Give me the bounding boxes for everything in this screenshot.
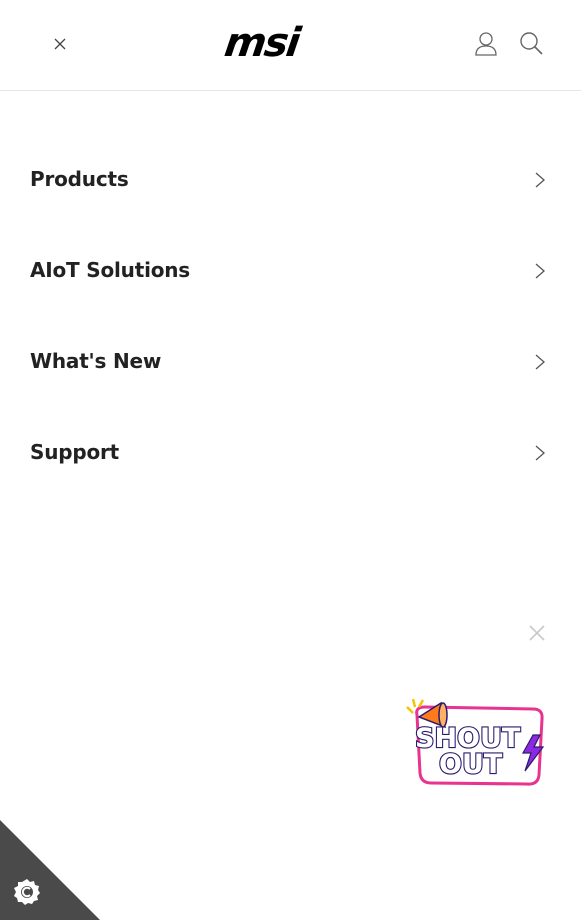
promo-close-icon[interactable] [527, 623, 547, 643]
menu-item-label: Support [30, 440, 120, 464]
menu-item-support[interactable]: Support [0, 408, 581, 499]
cookie-settings-button[interactable] [0, 820, 100, 920]
main-menu: Products AIoT Solutions What's New Suppo… [0, 135, 581, 499]
menu-item-whats-new[interactable]: What's New [0, 317, 581, 408]
menu-item-products[interactable]: Products [0, 135, 581, 226]
chevron-right-icon [532, 443, 548, 463]
chevron-right-icon [532, 352, 548, 372]
menu-item-label: Products [30, 167, 129, 191]
msi-logo[interactable]: msi [222, 20, 331, 66]
chevron-right-icon [532, 170, 548, 190]
logo-text: msi [221, 20, 302, 66]
close-icon[interactable] [50, 34, 70, 54]
shout-out-badge[interactable]: SHOUT OUT [405, 695, 550, 790]
menu-item-label: What's New [30, 349, 162, 373]
header: msi [0, 0, 581, 91]
menu-item-aiot-solutions[interactable]: AIoT Solutions [0, 226, 581, 317]
user-icon[interactable] [472, 30, 500, 58]
search-icon[interactable] [518, 30, 546, 58]
menu-item-label: AIoT Solutions [30, 258, 191, 282]
chevron-right-icon [532, 261, 548, 281]
promo-line-2: OUT [439, 749, 503, 780]
